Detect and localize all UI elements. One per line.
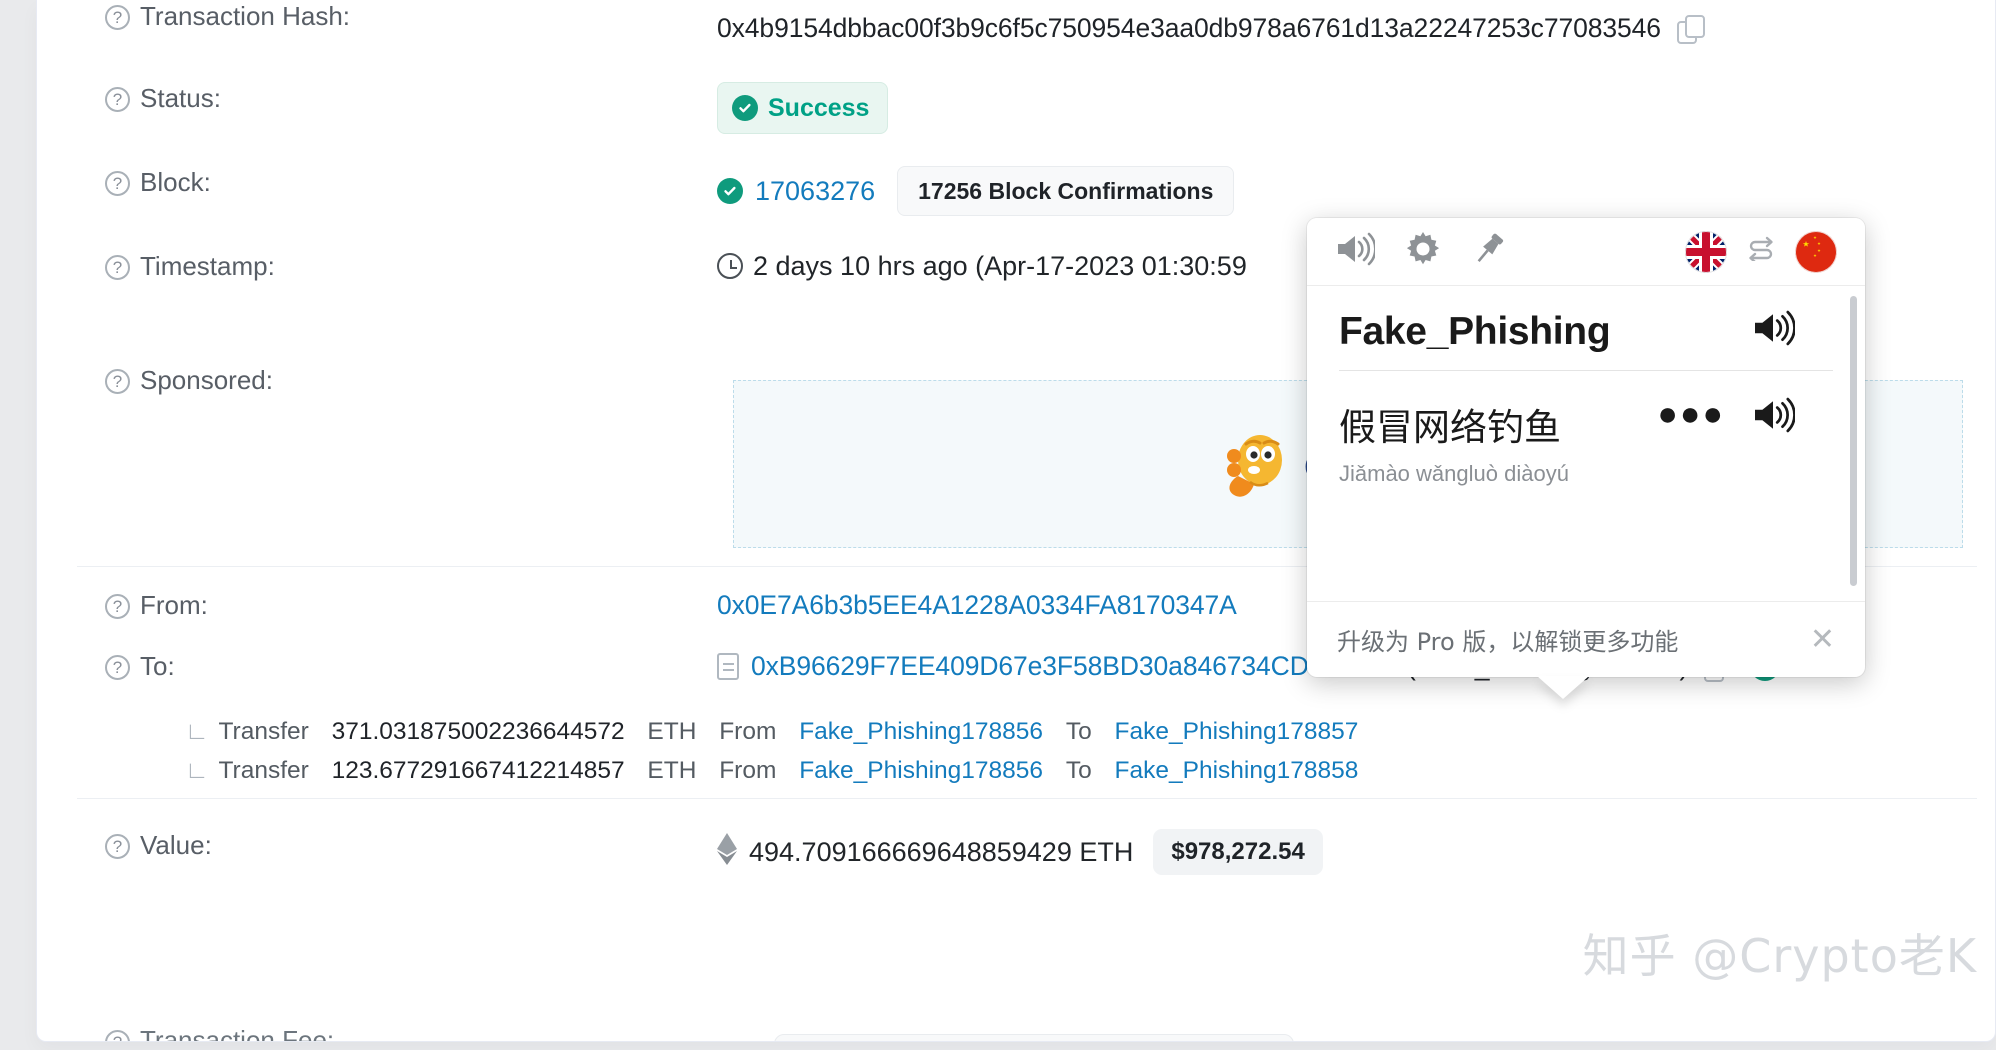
- translation-entry: 假冒网络钓鱼 ●●● Jiǎmào wǎngluò diàoyú: [1307, 371, 1865, 503]
- help-icon[interactable]: ?: [105, 87, 130, 112]
- label-block: ? Block:: [77, 166, 717, 198]
- label-value: ? Value:: [77, 829, 717, 861]
- value-usd-badge: $978,272.54: [1153, 829, 1323, 875]
- transfer-from-link[interactable]: Fake_Phishing178856: [799, 751, 1043, 790]
- more-dots-icon[interactable]: ●●●: [1657, 397, 1725, 431]
- label-from: ? From:: [77, 589, 717, 621]
- source-entry-row: Fake_Phishing: [1339, 310, 1833, 354]
- transaction-fee-field: [774, 1034, 1294, 1041]
- row-status: ? Status: Success: [77, 82, 1977, 166]
- help-icon[interactable]: ?: [105, 171, 130, 196]
- tree-corner-icon: ∟: [185, 718, 209, 745]
- row-transaction-hash: ? Transaction Hash: 0x4b9154dbbac00f3b9c…: [77, 0, 1977, 82]
- status-label: Success: [768, 94, 870, 122]
- popup-footer: 升级为 Pro 版，以解锁更多功能 ✕: [1307, 601, 1865, 677]
- block-number-link[interactable]: 17063276: [755, 175, 875, 207]
- transfer-amount: 371.031875002236644572: [331, 718, 625, 745]
- popup-toolbar-left: [1335, 231, 1507, 272]
- label-text: From:: [140, 590, 208, 620]
- source-text: Fake_Phishing: [1339, 310, 1611, 353]
- transaction-hash-text[interactable]: 0x4b9154dbbac00f3b9c6f5c750954e3aa0db978…: [717, 12, 1661, 44]
- transfer-to-link[interactable]: Fake_Phishing178858: [1115, 751, 1359, 790]
- help-icon[interactable]: ?: [105, 594, 130, 619]
- label-to: ? To:: [77, 650, 717, 682]
- value-block: 17063276 17256 Block Confirmations: [717, 166, 1977, 216]
- label-text: Value:: [140, 830, 212, 860]
- swap-languages-icon[interactable]: [1745, 235, 1777, 268]
- ethereum-diamond-icon: [717, 832, 737, 872]
- transfer-unit: ETH: [647, 757, 697, 784]
- popup-toolbar: [1307, 218, 1865, 286]
- popup-body: Fake_Phishing 假冒网络钓鱼 ●●● Jiǎmào wǎngluò …: [1307, 286, 1865, 601]
- timestamp-text: 2 days 10 hrs ago (Apr-17-2023 01:30:59: [753, 251, 1247, 281]
- transfer-to-link[interactable]: Fake_Phishing178857: [1115, 712, 1359, 751]
- close-icon[interactable]: ✕: [1810, 622, 1835, 657]
- label-text: Timestamp:: [140, 251, 275, 281]
- to-address-link[interactable]: 0xB96629F7EE409D67e3F58BD30a846734CD808B…: [751, 650, 1401, 682]
- value-status: Success: [717, 82, 1977, 134]
- from-address-link[interactable]: 0x0E7A6b3b5EE4A1228A0334FA8170347A: [717, 589, 1237, 621]
- value-eth-text: 494.709166669648859429 ETH: [749, 837, 1134, 867]
- check-circle-icon: [732, 95, 758, 121]
- label-sponsored: ? Sponsored:: [77, 350, 717, 396]
- label-text: Status:: [140, 83, 221, 113]
- transfer-row: ∟ Transfer 371.031875002236644572 ETH Fr…: [185, 712, 1977, 751]
- status-badge: Success: [717, 82, 889, 134]
- translation-entry-row: 假冒网络钓鱼 ●●●: [1339, 397, 1833, 451]
- value-transaction-hash: 0x4b9154dbbac00f3b9c6f5c750954e3aa0db978…: [717, 0, 1977, 44]
- label-text: Transaction Fee:: [140, 1030, 334, 1041]
- upgrade-pro-text[interactable]: 升级为 Pro 版，以解锁更多功能: [1337, 622, 1678, 657]
- speaker-icon[interactable]: [1751, 310, 1796, 351]
- translation-popup: Fake_Phishing 假冒网络钓鱼 ●●● Jiǎmào wǎngluò …: [1307, 218, 1865, 699]
- popup-arrow: [1537, 676, 1589, 699]
- label-transaction-hash: ? Transaction Hash:: [77, 0, 717, 32]
- transfer-from-link[interactable]: Fake_Phishing178856: [799, 712, 1043, 751]
- watermark: 知乎 @Crypto老K: [1582, 929, 1977, 983]
- transfer-row: ∟ Transfer 123.677291667412214857 ETH Fr…: [185, 751, 1977, 790]
- block-confirmations-badge: 17256 Block Confirmations: [897, 166, 1235, 216]
- screen: ? Transaction Hash: 0x4b9154dbbac00f3b9c…: [0, 0, 1996, 1050]
- uk-flag-icon[interactable]: [1685, 230, 1727, 273]
- transfer-prefix: Transfer: [218, 718, 309, 745]
- help-icon[interactable]: ?: [105, 834, 130, 859]
- label-text: Transaction Hash:: [140, 1, 351, 31]
- tree-corner-icon: ∟: [185, 757, 209, 784]
- source-entry: Fake_Phishing: [1307, 286, 1865, 370]
- document-icon: [717, 652, 739, 680]
- coinzilla-mascot-icon: [1226, 435, 1282, 497]
- row-value: ? Value: 494.709166669648859429 ETH $978…: [77, 798, 1977, 894]
- popup-scrollbar[interactable]: [1850, 296, 1857, 586]
- transfer-to-label: To: [1065, 757, 1092, 784]
- label-text: Sponsored:: [140, 365, 273, 395]
- label-status: ? Status:: [77, 82, 717, 114]
- transfer-from-label: From: [719, 757, 777, 784]
- label-text: To:: [140, 651, 175, 681]
- help-icon[interactable]: ?: [105, 1030, 130, 1041]
- speaker-icon[interactable]: [1335, 232, 1377, 271]
- copy-icon[interactable]: [1676, 15, 1705, 44]
- label-text: Block:: [140, 167, 211, 197]
- label-timestamp: ? Timestamp:: [77, 250, 717, 282]
- help-icon[interactable]: ?: [105, 369, 130, 394]
- pinyin-text: Jiǎmào wǎngluò diàoyú: [1339, 461, 1569, 486]
- transfer-list: ∟ Transfer 371.031875002236644572 ETH Fr…: [77, 706, 1977, 798]
- row-transaction-fee-partial: ? Transaction Fee:: [105, 1030, 334, 1041]
- transfer-to-label: To: [1065, 718, 1092, 745]
- transfer-prefix: Transfer: [218, 757, 309, 784]
- speaker-icon[interactable]: [1751, 397, 1796, 438]
- help-icon[interactable]: ?: [105, 5, 130, 30]
- gear-icon[interactable]: [1405, 231, 1441, 272]
- popup-language-switcher: [1685, 230, 1837, 273]
- clock-icon: [717, 253, 743, 279]
- check-circle-icon: [717, 178, 743, 204]
- help-icon[interactable]: ?: [105, 655, 130, 680]
- help-icon[interactable]: ?: [105, 255, 130, 280]
- china-flag-icon[interactable]: [1795, 230, 1837, 273]
- transfer-amount: 123.677291667412214857: [331, 757, 625, 784]
- translation-text: 假冒网络钓鱼: [1339, 406, 1561, 449]
- pin-icon[interactable]: [1471, 231, 1507, 272]
- transfer-from-label: From: [719, 718, 777, 745]
- transfer-unit: ETH: [647, 718, 697, 745]
- value-amount: 494.709166669648859429 ETH $978,272.54: [717, 829, 1977, 875]
